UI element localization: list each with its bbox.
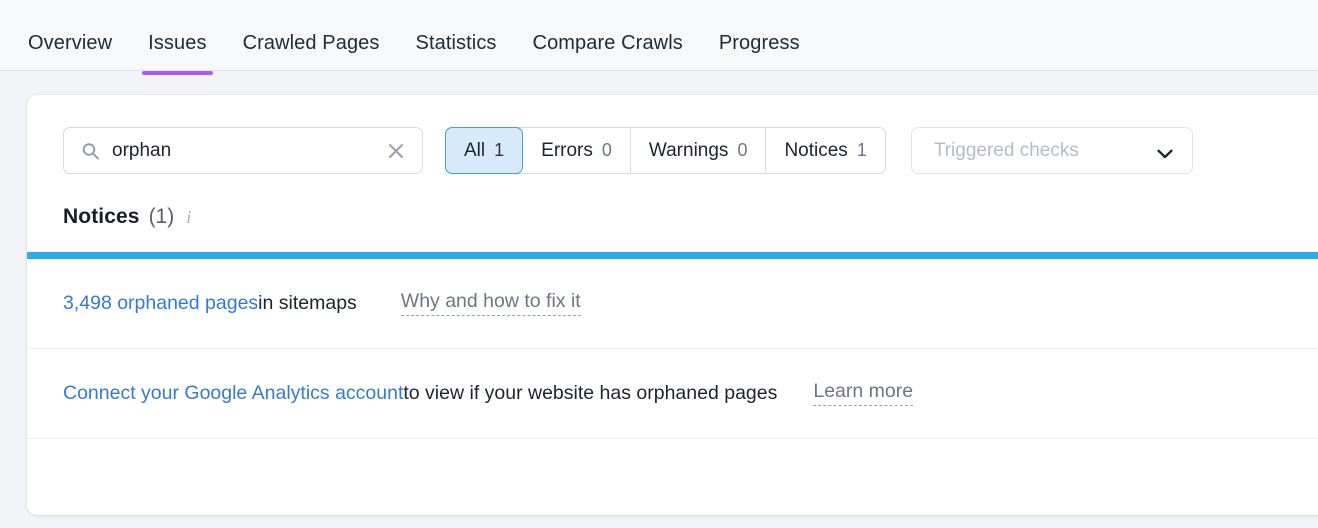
filter-warnings[interactable]: Warnings 0 — [631, 128, 767, 173]
chevron-down-icon — [1157, 146, 1173, 158]
filter-label: Notices — [784, 139, 848, 161]
issue-text: to view if your website has orphaned pag… — [403, 382, 778, 404]
tab-label: Crawled Pages — [242, 32, 380, 54]
section-title: Notices — [63, 205, 140, 228]
filter-count: 0 — [601, 140, 612, 160]
triggered-checks-dropdown[interactable]: Triggered checks — [910, 127, 1193, 174]
issues-panel: All 1 Errors 0 Warnings 0 Notices 1 Trig… — [27, 95, 1318, 515]
tab-compare-crawls[interactable]: Compare Crawls — [533, 0, 683, 75]
dropdown-label: Triggered checks — [933, 139, 1079, 161]
filter-count: 1 — [856, 140, 867, 160]
tab-overview[interactable]: Overview — [28, 0, 112, 75]
table-footer-row — [27, 439, 1318, 481]
tab-label: Progress — [718, 32, 800, 54]
filter-all[interactable]: All 1 — [445, 127, 524, 174]
issue-text: in sitemaps — [258, 292, 357, 314]
section-count: (1) — [148, 205, 175, 228]
table-row[interactable]: 3,498 orphaned pages in sitemaps Why and… — [27, 259, 1318, 349]
tab-label: Statistics — [415, 32, 497, 54]
info-icon[interactable]: i — [183, 208, 191, 226]
severity-accent-bar — [27, 252, 1318, 259]
filter-notices[interactable]: Notices 1 — [766, 128, 884, 173]
tab-label: Compare Crawls — [532, 32, 683, 54]
main-tab-bar: Overview Issues Crawled Pages Statistics… — [0, 0, 1318, 75]
tab-issues[interactable]: Issues — [142, 0, 214, 75]
search-field[interactable] — [63, 127, 423, 174]
filter-count: 1 — [494, 140, 505, 160]
filter-count: 0 — [737, 140, 748, 160]
table-row[interactable]: Connect your Google Analytics account to… — [27, 349, 1318, 439]
close-icon[interactable] — [386, 141, 406, 161]
filter-errors[interactable]: Errors 0 — [523, 128, 631, 173]
tab-progress[interactable]: Progress — [719, 0, 800, 75]
tab-crawled-pages[interactable]: Crawled Pages — [243, 0, 380, 75]
issue-link[interactable]: 3,498 orphaned pages — [63, 292, 258, 315]
filter-label: All — [464, 139, 486, 161]
tab-label: Overview — [28, 32, 113, 54]
severity-filter-group: All 1 Errors 0 Warnings 0 Notices 1 — [445, 127, 886, 174]
tab-label: Issues — [148, 32, 207, 54]
issue-link[interactable]: Connect your Google Analytics account — [63, 382, 403, 405]
search-input[interactable] — [64, 128, 422, 173]
filter-label: Warnings — [648, 139, 729, 161]
tab-statistics[interactable]: Statistics — [416, 0, 497, 75]
search-icon — [82, 142, 99, 159]
section-header: Notices (1) i — [27, 174, 1318, 229]
filter-toolbar: All 1 Errors 0 Warnings 0 Notices 1 Trig… — [27, 95, 1318, 174]
filter-label: Errors — [541, 139, 593, 161]
issue-helper-link[interactable]: Learn more — [813, 380, 914, 407]
issue-helper-link[interactable]: Why and how to fix it — [400, 290, 581, 317]
